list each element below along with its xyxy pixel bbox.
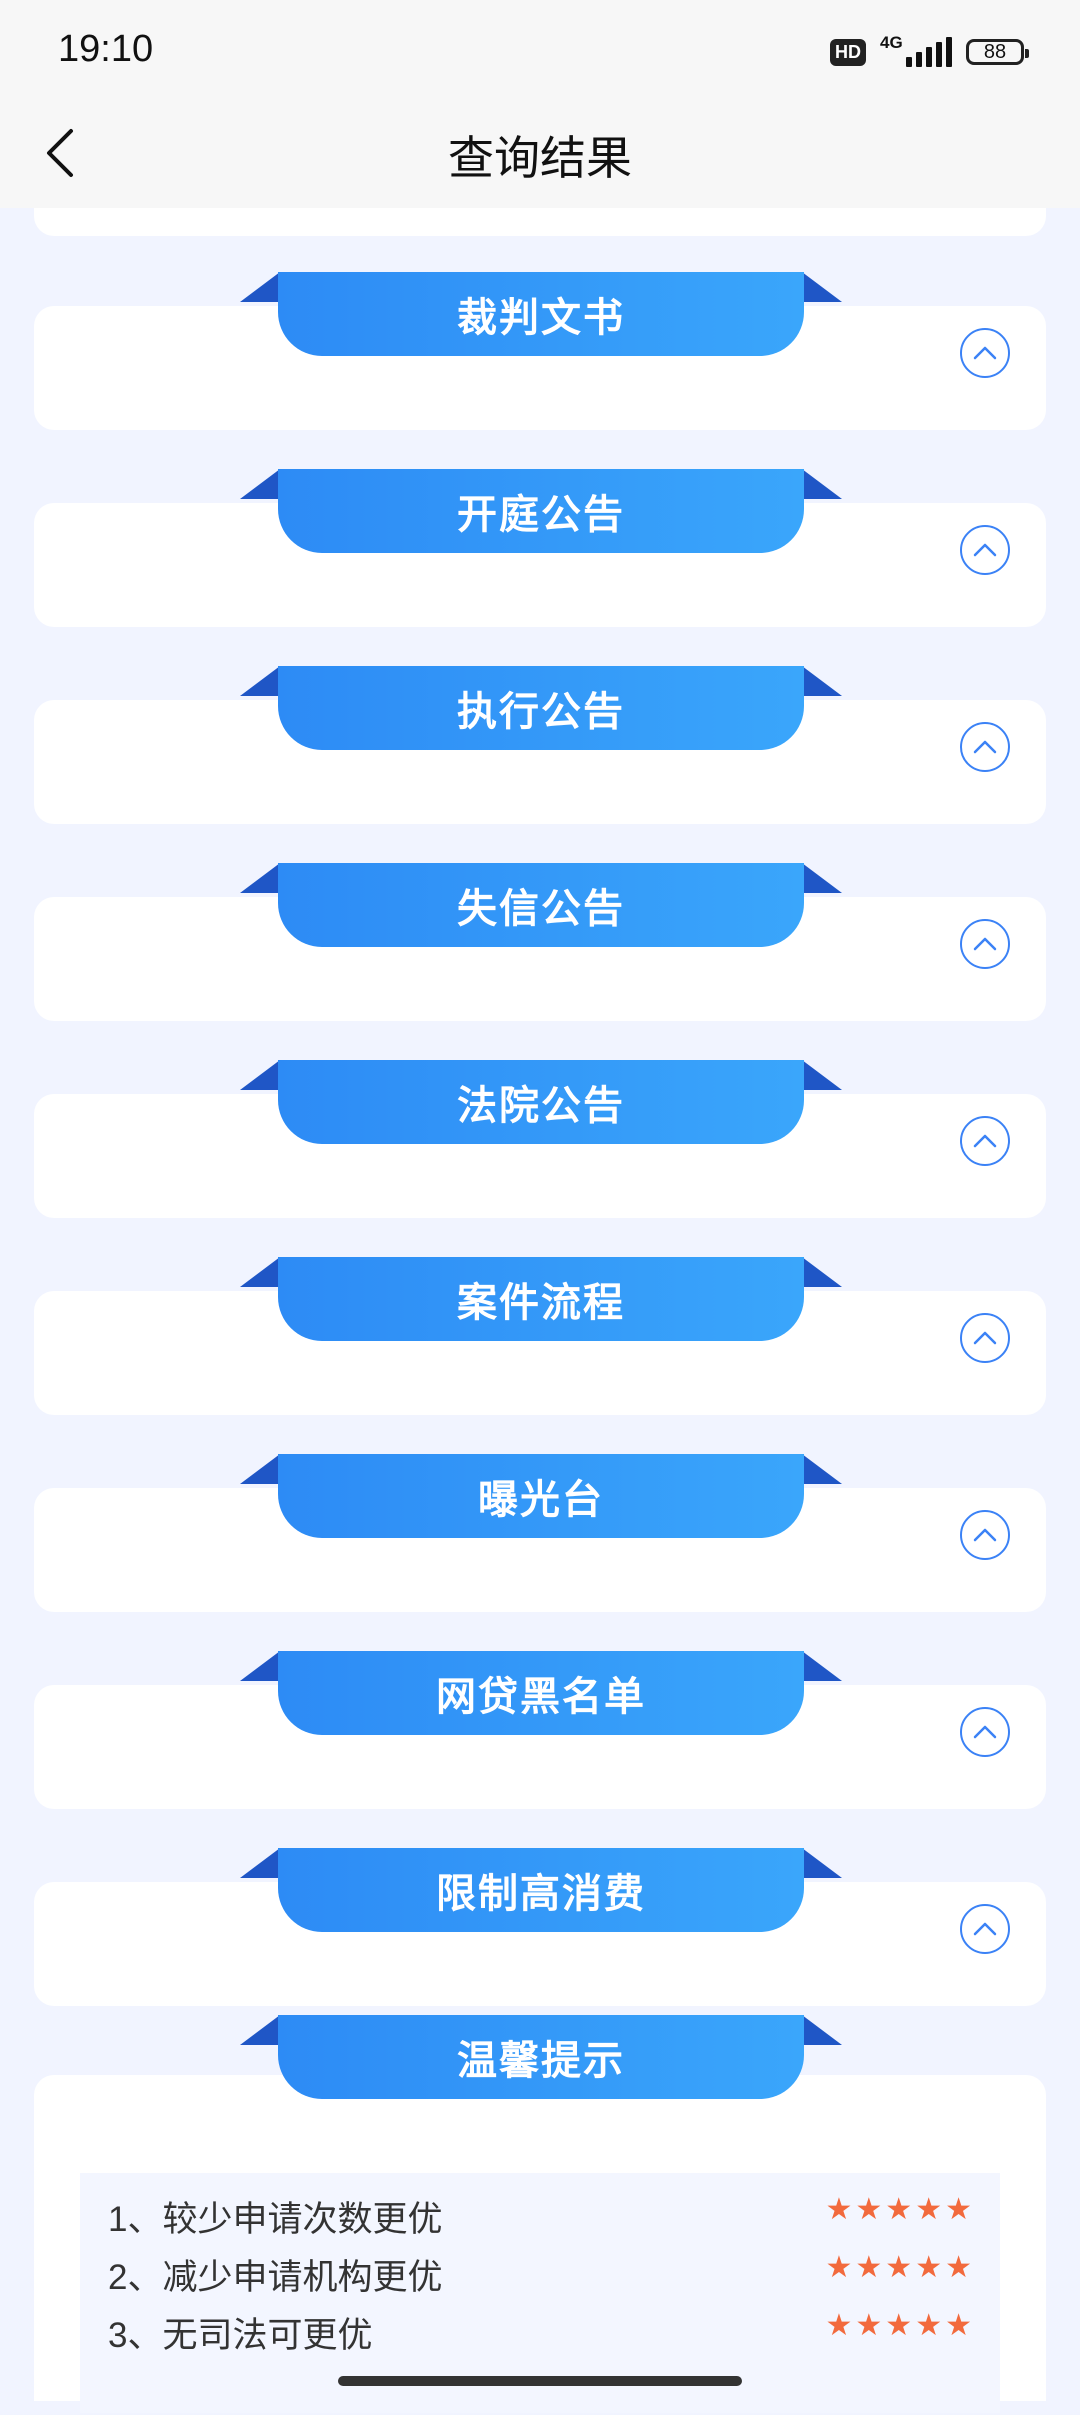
section-court-notice: 法院公告 bbox=[34, 1060, 1046, 1218]
section-ribbon: 法院公告 bbox=[240, 1060, 842, 1158]
star-icon: ★ bbox=[945, 2193, 972, 2226]
star-icon: ★ bbox=[825, 2193, 853, 2226]
star-icon: ★ bbox=[915, 2309, 943, 2342]
star-icon: ★ bbox=[945, 2309, 972, 2342]
section-ribbon: 裁判文书 bbox=[240, 272, 842, 370]
section-ribbon: 案件流程 bbox=[240, 1257, 842, 1355]
star-icon: ★ bbox=[885, 2309, 913, 2342]
chevron-up-icon bbox=[973, 543, 997, 557]
star-icon: ★ bbox=[855, 2193, 883, 2226]
section-consumption-limit: 限制高消费 bbox=[34, 1848, 1046, 2006]
collapse-button[interactable] bbox=[960, 722, 1010, 772]
status-icons: HD 4G 88 bbox=[830, 33, 1029, 70]
section-title: 限制高消费 bbox=[278, 1848, 804, 1932]
chevron-up-icon bbox=[973, 346, 997, 360]
network-type: 4G bbox=[880, 33, 903, 52]
star-icon: ★ bbox=[825, 2251, 853, 2284]
section-ribbon: 执行公告 bbox=[240, 666, 842, 764]
section-title: 执行公告 bbox=[278, 666, 804, 750]
section-title: 裁判文书 bbox=[278, 272, 804, 356]
section-execution: 执行公告 bbox=[34, 666, 1046, 824]
star-rating: ★ ★ ★ ★ ★ bbox=[825, 2253, 972, 2283]
section-exposure: 曝光台 bbox=[34, 1454, 1046, 1612]
star-icon: ★ bbox=[855, 2251, 883, 2284]
tip-item: 1、较少申请次数更优 ★ ★ ★ ★ ★ bbox=[108, 2191, 978, 2241]
section-dishonest: 失信公告 bbox=[34, 863, 1046, 1021]
chevron-up-icon bbox=[973, 1134, 997, 1148]
star-rating: ★ ★ ★ ★ ★ bbox=[825, 2195, 972, 2225]
star-icon: ★ bbox=[825, 2309, 853, 2342]
collapse-button[interactable] bbox=[960, 1904, 1010, 1954]
battery-level: 88 bbox=[983, 40, 1007, 63]
chevron-up-icon bbox=[973, 740, 997, 754]
page-title: 查询结果 bbox=[448, 131, 632, 185]
section-ribbon: 网贷黑名单 bbox=[240, 1651, 842, 1749]
section-title: 网贷黑名单 bbox=[278, 1651, 804, 1735]
section-ribbon: 失信公告 bbox=[240, 863, 842, 961]
signal-icon: 4G bbox=[880, 33, 952, 67]
section-loan-blacklist: 网贷黑名单 bbox=[34, 1651, 1046, 1809]
tips-title: 温馨提示 bbox=[278, 2015, 804, 2099]
collapse-button[interactable] bbox=[960, 1116, 1010, 1166]
home-indicator[interactable] bbox=[338, 2376, 742, 2386]
star-icon: ★ bbox=[885, 2251, 913, 2284]
hd-icon: HD bbox=[830, 38, 866, 66]
section-title: 法院公告 bbox=[278, 1060, 804, 1144]
tip-text: 3、无司法可更优 bbox=[108, 2316, 373, 2355]
section-case-process: 案件流程 bbox=[34, 1257, 1046, 1415]
collapse-button[interactable] bbox=[960, 919, 1010, 969]
star-icon: ★ bbox=[915, 2193, 943, 2226]
tip-text: 2、减少申请机构更优 bbox=[108, 2258, 443, 2297]
tip-item: 3、无司法可更优 ★ ★ ★ ★ ★ bbox=[108, 2307, 978, 2357]
collapse-button[interactable] bbox=[960, 1313, 1010, 1363]
chevron-up-icon bbox=[973, 1725, 997, 1739]
section-title: 案件流程 bbox=[278, 1257, 804, 1341]
tip-item: 2、减少申请机构更优 ★ ★ ★ ★ ★ bbox=[108, 2249, 978, 2299]
star-icon: ★ bbox=[885, 2193, 913, 2226]
collapse-button[interactable] bbox=[960, 525, 1010, 575]
chevron-up-icon bbox=[973, 1922, 997, 1936]
nav-bar: 查询结果 bbox=[0, 100, 1080, 208]
collapse-button[interactable] bbox=[960, 328, 1010, 378]
section-ribbon: 曝光台 bbox=[240, 1454, 842, 1552]
section-ribbon: 限制高消费 bbox=[240, 1848, 842, 1946]
section-title: 开庭公告 bbox=[278, 469, 804, 553]
section-ribbon: 开庭公告 bbox=[240, 469, 842, 567]
star-rating: ★ ★ ★ ★ ★ bbox=[825, 2311, 972, 2341]
chevron-up-icon bbox=[973, 937, 997, 951]
collapse-button[interactable] bbox=[960, 1707, 1010, 1757]
star-icon: ★ bbox=[945, 2251, 972, 2284]
section-judgment-documents: 裁判文书 bbox=[34, 272, 1046, 430]
status-time: 19:10 bbox=[58, 28, 154, 70]
battery-icon: 88 bbox=[966, 39, 1029, 65]
previous-card-edge bbox=[34, 208, 1046, 236]
tips-section: 温馨提示 1、较少申请次数更优 ★ ★ ★ ★ ★ 2、减少申请机构更优 ★ ★ ★ ★ ★ 3… bbox=[34, 2015, 1046, 2415]
chevron-up-icon bbox=[973, 1528, 997, 1542]
section-title: 曝光台 bbox=[278, 1454, 804, 1538]
star-icon: ★ bbox=[915, 2251, 943, 2284]
star-icon: ★ bbox=[855, 2309, 883, 2342]
collapse-button[interactable] bbox=[960, 1510, 1010, 1560]
chevron-up-icon bbox=[973, 1331, 997, 1345]
tips-ribbon: 温馨提示 bbox=[240, 2015, 842, 2113]
status-bar: 19:10 HD 4G 88 bbox=[0, 0, 1080, 100]
section-court-hearing: 开庭公告 bbox=[34, 469, 1046, 627]
tip-text: 1、较少申请次数更优 bbox=[108, 2200, 443, 2239]
section-title: 失信公告 bbox=[278, 863, 804, 947]
